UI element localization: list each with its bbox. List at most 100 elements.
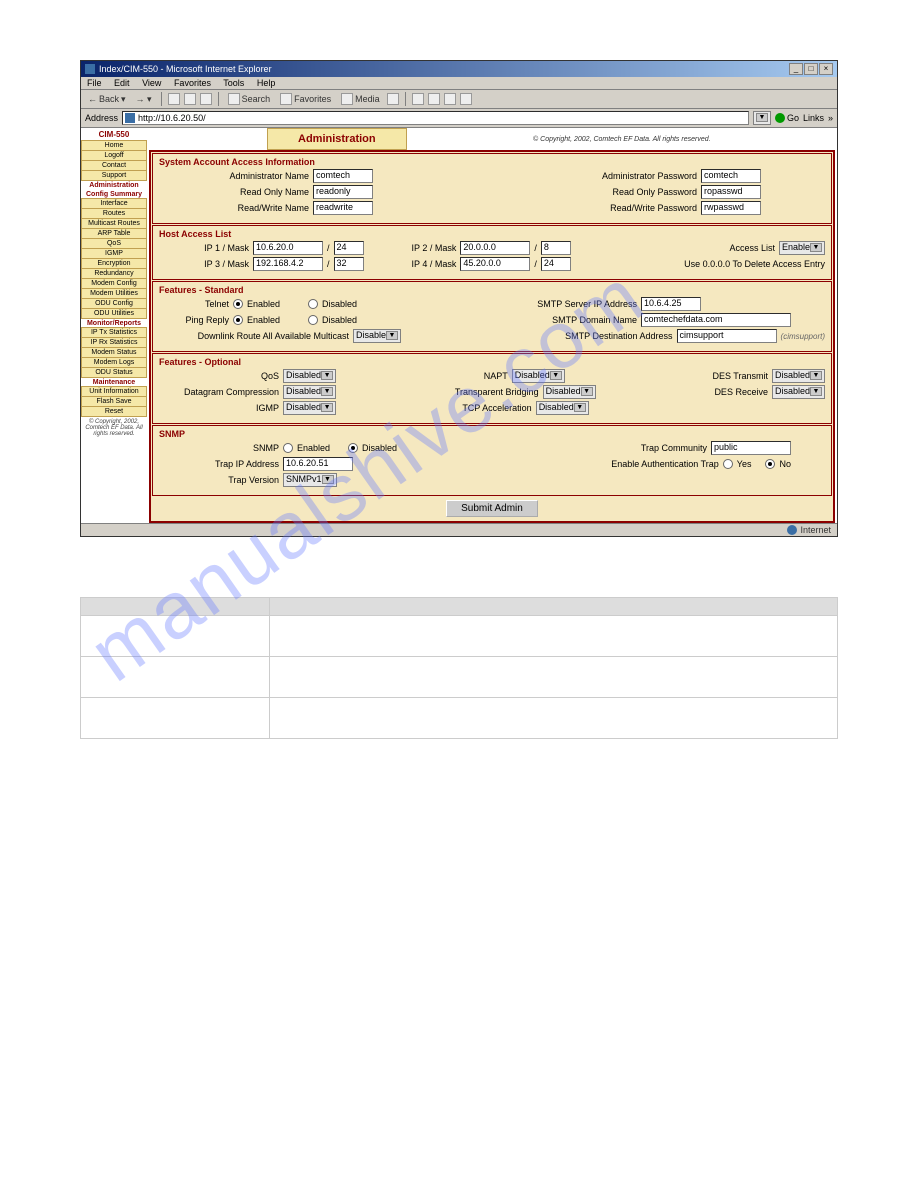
menu-edit[interactable]: Edit [114, 78, 130, 88]
section-features: Features - Standard Telnet Enabled Disab… [152, 281, 832, 352]
snmp-enabled-radio[interactable] [283, 443, 293, 453]
auth-yes-radio[interactable] [723, 459, 733, 469]
close-button[interactable]: × [819, 63, 833, 75]
admin-name-input[interactable]: comtech [313, 169, 373, 183]
admin-name-label: Administrator Name [159, 171, 309, 181]
auth-label: Enable Authentication Trap [611, 459, 719, 469]
menu-favorites[interactable]: Favorites [174, 78, 211, 88]
menu-tools[interactable]: Tools [223, 78, 244, 88]
ping-label: Ping Reply [159, 315, 229, 325]
auth-no-radio[interactable] [765, 459, 775, 469]
table-row [81, 657, 838, 698]
doc-table [80, 597, 838, 739]
ping-enabled-radio[interactable] [233, 315, 243, 325]
edit-icon[interactable] [444, 93, 456, 105]
tcp-select[interactable]: Disabled [536, 401, 589, 415]
access-list-select[interactable]: Enable [779, 241, 825, 255]
smtp-server-input[interactable]: 10.6.4.25 [641, 297, 701, 311]
trap-comm-input[interactable]: public [711, 441, 791, 455]
sidebar-item-iprx[interactable]: IP Rx Statistics [81, 337, 147, 348]
igmp-label: IGMP [159, 403, 279, 413]
print-icon[interactable] [428, 93, 440, 105]
telnet-disabled-radio[interactable] [308, 299, 318, 309]
section-host: Host Access List IP 1 / Mask 10.6.20.0 /… [152, 225, 832, 280]
trap-ip-input[interactable]: 10.6.20.51 [283, 457, 353, 471]
dc-select[interactable]: Disabled [283, 385, 336, 399]
mail-icon[interactable] [412, 93, 424, 105]
sidebar-cat-admin[interactable]: Administration [81, 181, 147, 190]
snmp-disabled-radio[interactable] [348, 443, 358, 453]
ip3-input[interactable]: 192.168.4.2 [253, 257, 323, 271]
address-dropdown[interactable] [753, 111, 771, 125]
smtp-dest-input[interactable]: cimsupport [677, 329, 777, 343]
menu-file[interactable]: File [87, 78, 102, 88]
napt-select[interactable]: Disabled [512, 369, 565, 383]
window-title: Index/CIM-550 - Microsoft Internet Explo… [99, 64, 272, 74]
search-button[interactable]: Search [225, 93, 274, 105]
ip2-input[interactable]: 20.0.0.0 [460, 241, 530, 255]
mask1-input[interactable]: 24 [334, 241, 364, 255]
sidebar-item-unitinfo[interactable]: Unit Information [81, 386, 147, 397]
media-button[interactable]: Media [338, 93, 383, 105]
links-label[interactable]: Links [803, 113, 824, 123]
history-icon[interactable] [387, 93, 399, 105]
sidebar-item-odustatus[interactable]: ODU Status [81, 367, 147, 378]
addressbar: Address http://10.6.20.50/ Go Links» [81, 109, 837, 128]
destx-label: DES Transmit [712, 371, 768, 381]
section-account: System Account Access Information Admini… [152, 153, 832, 224]
mask3-input[interactable]: 32 [334, 257, 364, 271]
minimize-button[interactable]: _ [789, 63, 803, 75]
napt-label: NAPT [484, 371, 508, 381]
tb-label: Transparent Bridging [455, 387, 539, 397]
sidebar-item-oduutil[interactable]: ODU Utilities [81, 308, 147, 319]
forward-button[interactable]: → ▾ [133, 94, 155, 105]
smtp-hint: (cimsupport) [781, 332, 825, 341]
discuss-icon[interactable] [460, 93, 472, 105]
ro-name-input[interactable]: readonly [313, 185, 373, 199]
maximize-button[interactable]: □ [804, 63, 818, 75]
trap-ver-select[interactable]: SNMPv1 [283, 473, 337, 487]
qos-select[interactable]: Disabled [283, 369, 336, 383]
rw-pass-input[interactable]: rwpasswd [701, 201, 761, 215]
tb-select[interactable]: Disabled [543, 385, 596, 399]
sidebar-item-multicast[interactable]: Multicast Routes [81, 218, 147, 229]
ping-disabled-radio[interactable] [308, 315, 318, 325]
ip4-input[interactable]: 45.20.0.0 [460, 257, 530, 271]
go-button[interactable]: Go [775, 113, 799, 123]
menu-help[interactable]: Help [257, 78, 276, 88]
downlink-select[interactable]: Disable [353, 329, 401, 343]
page-icon [125, 113, 135, 123]
rw-name-label: Read/Write Name [159, 203, 309, 213]
rw-name-input[interactable]: readwrite [313, 201, 373, 215]
sidebar-item-modemutil[interactable]: Modem Utilities [81, 288, 147, 299]
igmp-select[interactable]: Disabled [283, 401, 336, 415]
mask4-input[interactable]: 24 [541, 257, 571, 271]
sidebar-cat-monitor[interactable]: Monitor/Reports [81, 319, 147, 328]
back-button[interactable]: ← Back ▾ [85, 94, 129, 105]
admin-pass-input[interactable]: comtech [701, 169, 761, 183]
favorites-button[interactable]: Favorites [277, 93, 334, 105]
section-snmp: SNMP SNMP Enabled Disabled Trap Communit… [152, 425, 832, 496]
home-icon[interactable] [200, 93, 212, 105]
address-label: Address [85, 113, 118, 123]
main-content: Administration © Copyright, 2002, Comtec… [147, 128, 837, 523]
sidebar-cat-config[interactable]: Config Summary [81, 190, 147, 199]
sidebar-item-support[interactable]: Support [81, 170, 147, 181]
ip4-label: IP 4 / Mask [412, 259, 457, 269]
smtp-domain-input[interactable]: comtechefdata.com [641, 313, 791, 327]
destx-select[interactable]: Disabled [772, 369, 825, 383]
submit-button[interactable]: Submit Admin [446, 500, 538, 517]
stop-icon[interactable] [168, 93, 180, 105]
host-title: Host Access List [159, 229, 825, 239]
mask2-input[interactable]: 8 [541, 241, 571, 255]
desrx-select[interactable]: Disabled [772, 385, 825, 399]
sidebar-item-reset[interactable]: Reset [81, 406, 147, 417]
menu-view[interactable]: View [142, 78, 161, 88]
telnet-enabled-radio[interactable] [233, 299, 243, 309]
refresh-icon[interactable] [184, 93, 196, 105]
ro-pass-input[interactable]: ropasswd [701, 185, 761, 199]
ip1-input[interactable]: 10.6.20.0 [253, 241, 323, 255]
dc-label: Datagram Compression [159, 387, 279, 397]
address-input[interactable]: http://10.6.20.50/ [122, 111, 749, 125]
rw-pass-label: Read/Write Password [610, 203, 697, 213]
